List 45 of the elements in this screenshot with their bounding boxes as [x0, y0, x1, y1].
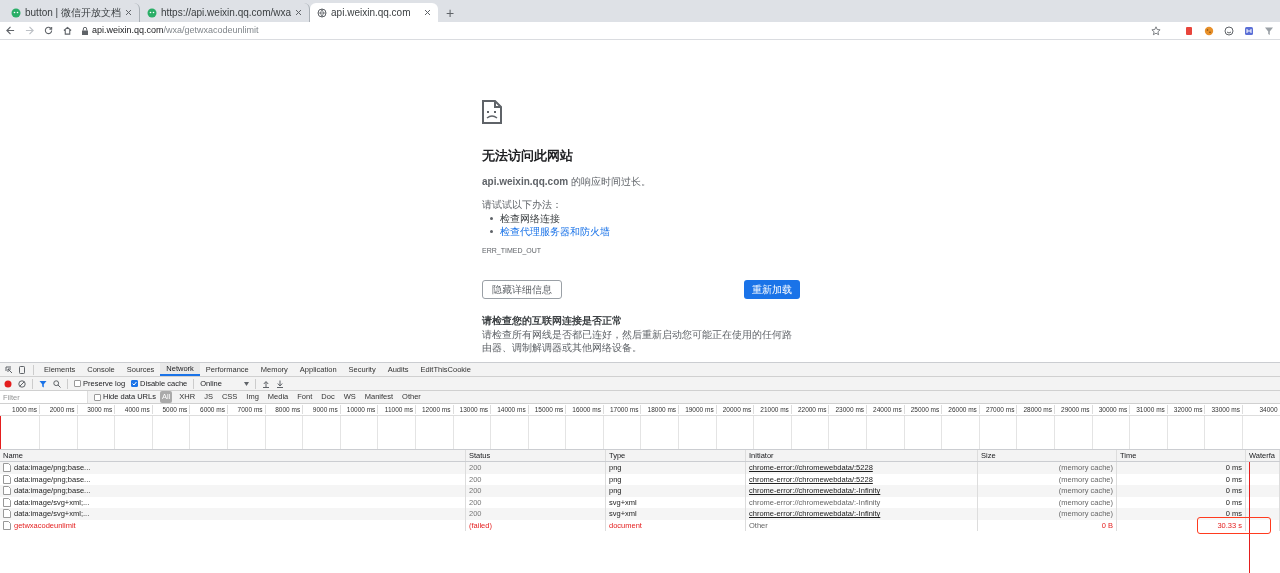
download-icon[interactable] — [275, 379, 284, 388]
chat-bubble-icon — [146, 7, 157, 18]
smiley-icon[interactable] — [1224, 25, 1234, 36]
bullet-icon — [490, 216, 493, 220]
globe-icon — [317, 7, 328, 18]
star-icon[interactable] — [1151, 25, 1161, 36]
bullet-icon — [490, 229, 493, 233]
close-icon[interactable] — [424, 9, 432, 16]
clear-icon[interactable] — [18, 379, 26, 388]
chat-bubble-icon — [11, 7, 21, 18]
device-icon[interactable] — [19, 365, 25, 374]
search-icon[interactable] — [53, 379, 61, 388]
details-text: 请检查所有网线是否都已连好，然后重新启动您可能正在使用的任何路由器、调制解调器或其他网络设备。 — [482, 328, 793, 354]
extension-icon[interactable] — [1244, 25, 1254, 36]
details-heading: 请检查您的互联网连接是否正常 — [482, 314, 623, 328]
filter-icon[interactable] — [39, 379, 47, 388]
sad-page-icon — [482, 100, 502, 124]
browser-tab[interactable]: api.weixin.qq.com — [310, 3, 439, 22]
url-text: api.weixin.qq.com/wxa/getwxacodeunlimit — [92, 23, 259, 37]
close-icon[interactable] — [124, 9, 132, 16]
address-bar[interactable]: api.weixin.qq.com/wxa/getwxacodeunlimit — [82, 23, 1141, 38]
filter-icon[interactable] — [1264, 25, 1274, 36]
details-button[interactable]: 隐藏详细信息 — [482, 280, 562, 299]
timeline-marker — [0, 416, 1, 449]
suggestion-text: 检查网络连接 — [500, 211, 560, 225]
reload-button[interactable]: 重新加载 — [744, 280, 800, 299]
new-tab-button[interactable]: + — [446, 6, 455, 20]
checkbox[interactable] — [94, 393, 101, 401]
error-message: api.weixin.qq.com 的响应时间过长。 — [482, 174, 652, 189]
record-icon[interactable] — [4, 379, 12, 388]
checkbox[interactable] — [131, 380, 139, 387]
reload-icon[interactable] — [44, 26, 53, 35]
upload-icon[interactable] — [261, 379, 270, 388]
extension-icon[interactable] — [1184, 25, 1194, 36]
home-icon[interactable] — [63, 26, 72, 35]
error-title: 无法访问此网站 — [482, 147, 574, 165]
lock-icon — [82, 26, 88, 35]
suggestion-link[interactable]: 检查代理服务器和防火墙 — [500, 224, 610, 238]
checkbox[interactable] — [74, 380, 81, 387]
suggestions-heading: 请试试以下办法： — [482, 197, 563, 212]
cookie-icon[interactable] — [1204, 25, 1214, 36]
back-icon[interactable] — [6, 26, 15, 35]
caret-icon — [243, 381, 249, 386]
close-icon[interactable] — [295, 9, 303, 16]
inspect-icon[interactable] — [5, 365, 13, 374]
